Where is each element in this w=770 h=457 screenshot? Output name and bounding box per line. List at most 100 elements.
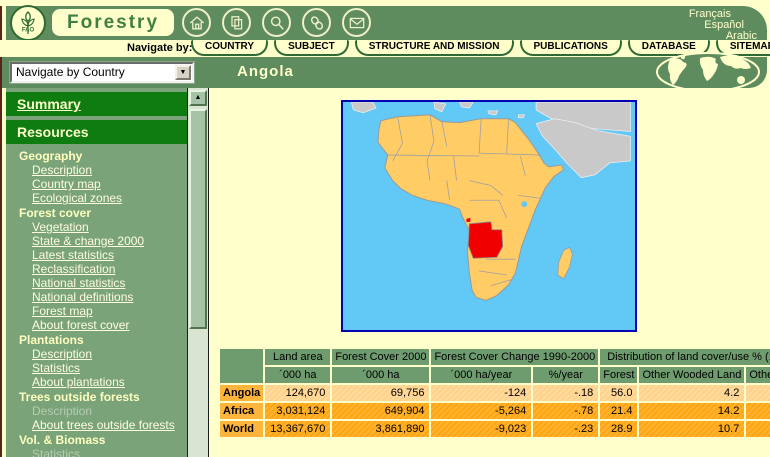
- table-value-cell: 3,861,890: [332, 421, 429, 437]
- table-value-cell: 4.2: [639, 385, 744, 401]
- column-group-land-area: Land area: [265, 349, 330, 365]
- sidebar-group-forest-cover: Forest cover: [6, 205, 187, 220]
- africa-map-image: [343, 102, 631, 326]
- sidebar-link-forest-cover-vegetation[interactable]: Vegetation: [6, 220, 187, 234]
- fao-emblem-icon: FAO: [12, 7, 44, 39]
- table-value-cell: 3,031,124: [265, 403, 330, 419]
- documents-icon: [227, 13, 247, 33]
- sidebar-link-geography-country-map[interactable]: Country map: [6, 177, 187, 191]
- language-links: FrançaisEspañolArabic: [689, 9, 757, 42]
- country-selector[interactable]: Navigate by Country ▼: [10, 62, 194, 83]
- table-value-cell: 69,756: [332, 385, 429, 401]
- page-title: Angola: [237, 63, 294, 80]
- table-value-cell: -.78: [533, 403, 598, 419]
- sidebar-bar-label: Resources: [17, 124, 89, 140]
- sidebar-link-plantations-statistics[interactable]: Statistics: [6, 361, 187, 375]
- table-value-cell: -5,264: [431, 403, 531, 419]
- main-content: Land areaForest Cover 2000Forest Cover C…: [209, 88, 770, 457]
- column-unit-000-ha: ´000 ha: [332, 367, 429, 383]
- svg-text:FAO: FAO: [22, 28, 35, 34]
- tab-structure-and-mission[interactable]: STRUCTURE AND MISSION: [355, 40, 514, 56]
- table-corner-cell: [220, 349, 263, 383]
- header-icon-buttons: [182, 8, 371, 37]
- link-icon: [307, 13, 327, 33]
- sidebar-link-trees-outside-forests-about-trees-outside-forests[interactable]: About trees outside forests: [6, 418, 187, 432]
- table-value-cell: 63.7: [746, 403, 770, 419]
- sidebar-link-forest-cover-reclassification[interactable]: Reclassification: [6, 262, 187, 276]
- tab-publications[interactable]: PUBLICATIONS: [520, 40, 622, 56]
- column-unit-000-ha-year: ´000 ha/year: [431, 367, 531, 383]
- column-unit-year: %/year: [533, 367, 598, 383]
- sidebar-bar-resources[interactable]: Resources: [6, 120, 187, 144]
- scroll-up-button[interactable]: ▲: [189, 90, 207, 106]
- sidebar-link-forest-cover-latest-statistics[interactable]: Latest statistics: [6, 248, 187, 262]
- table-value-cell: -.18: [533, 385, 598, 401]
- link-button[interactable]: [302, 8, 331, 37]
- header-bar: FAO Forestry: [6, 6, 767, 40]
- sidebar-link-forest-cover-about-forest-cover[interactable]: About forest cover: [6, 318, 187, 332]
- mail-button[interactable]: [342, 8, 371, 37]
- sidebar-group-plantations: Plantations: [6, 332, 187, 347]
- table-value-cell: -124: [431, 385, 531, 401]
- table-value-cell: 56.0: [600, 385, 637, 401]
- column-group-distribution-of-land-cover-use-1983: Distribution of land cover/use % (1983): [600, 349, 770, 365]
- sidebar-link-plantations-about-plantations[interactable]: About plantations: [6, 375, 187, 389]
- sidebar-group-vol-biomass: Vol. & Biomass: [6, 432, 187, 447]
- tab-country[interactable]: COUNTRY: [191, 40, 268, 56]
- sidebar-link-geography-ecological-zones[interactable]: Ecological zones: [6, 191, 187, 205]
- column-unit-forest: Forest: [600, 367, 637, 383]
- home-icon: [187, 13, 207, 33]
- sidebar-group-trees-outside-forests: Trees outside forests: [6, 389, 187, 404]
- sidebar-scrollbar[interactable]: ▲: [187, 88, 209, 457]
- sidebar-link-forest-cover-national-statistics[interactable]: National statistics: [6, 276, 187, 290]
- chevron-down-icon[interactable]: ▼: [175, 65, 191, 80]
- table-value-cell: 10.7: [639, 421, 744, 437]
- column-unit-000-ha: ´000 ha: [265, 367, 330, 383]
- country-selector-value: Navigate by Country: [16, 65, 125, 79]
- table-row-world: World13,367,6703,861,890-9,023-.2328.910…: [220, 421, 770, 437]
- sidebar-link-forest-cover-national-definitions[interactable]: National definitions: [6, 290, 187, 304]
- table-value-cell: 21.4: [600, 403, 637, 419]
- mail-icon: [347, 13, 367, 33]
- table-row-angola: Angola124,67069,756-124-.1856.04.290.0: [220, 385, 770, 401]
- sidebar-link-geography-description[interactable]: Description: [6, 163, 187, 177]
- title-bar: Navigate by Country ▼ Angola: [2, 57, 767, 88]
- fao-logo[interactable]: FAO: [10, 5, 46, 41]
- table-value-cell: 649,904: [332, 403, 429, 419]
- column-group-forest-cover-2000: Forest Cover 2000: [332, 349, 429, 365]
- table-value-cell: -9,023: [431, 421, 531, 437]
- statistics-table: Land areaForest Cover 2000Forest Cover C…: [218, 347, 770, 439]
- table-value-cell: -.23: [533, 421, 598, 437]
- sidebar-link-trees-outside-forests-description: Description: [6, 404, 187, 418]
- tab-subject[interactable]: SUBJECT: [274, 40, 349, 56]
- table-row-africa: Africa3,031,124649,904-5,264-.7821.414.2…: [220, 403, 770, 419]
- home-button[interactable]: [182, 8, 211, 37]
- table-value-cell: 14.2: [639, 403, 744, 419]
- search-icon: [267, 13, 287, 33]
- column-unit-other-wooded-land: Other Wooded Land: [639, 367, 744, 383]
- africa-map: [341, 100, 637, 332]
- column-unit-other-land: Other land: [746, 367, 770, 383]
- sidebar-link-vol-biomass-statistics: Statistics: [6, 447, 187, 457]
- table-value-cell: 13,367,670: [265, 421, 330, 437]
- table-value-cell: 124,670: [265, 385, 330, 401]
- search-button[interactable]: [262, 8, 291, 37]
- sidebar-bar-label: Summary: [17, 96, 81, 112]
- scrollbar-thumb[interactable]: [189, 109, 207, 329]
- row-label: World: [220, 421, 263, 437]
- table-value-cell: 90.0: [746, 385, 770, 401]
- table-value-cell: 28.9: [600, 421, 637, 437]
- table-value-cell: 59.0: [746, 421, 770, 437]
- sidebar-link-forest-cover-forest-map[interactable]: Forest map: [6, 304, 187, 318]
- row-label: Africa: [220, 403, 263, 419]
- row-label: Angola: [220, 385, 263, 401]
- column-group-forest-cover-change-1990-2000: Forest Cover Change 1990-2000: [431, 349, 598, 365]
- sidebar-group-geography: Geography: [6, 148, 187, 163]
- sidebar-bar-summary[interactable]: Summary: [6, 92, 187, 116]
- sidebar: SummaryResourcesGeographyDescriptionCoun…: [6, 88, 187, 457]
- scroll-up-arrow-icon: ▲: [195, 94, 202, 101]
- brand-title: Forestry: [52, 9, 174, 36]
- documents-button[interactable]: [222, 8, 251, 37]
- sidebar-link-forest-cover-state-change-2000[interactable]: State & change 2000: [6, 234, 187, 248]
- sidebar-link-plantations-description[interactable]: Description: [6, 347, 187, 361]
